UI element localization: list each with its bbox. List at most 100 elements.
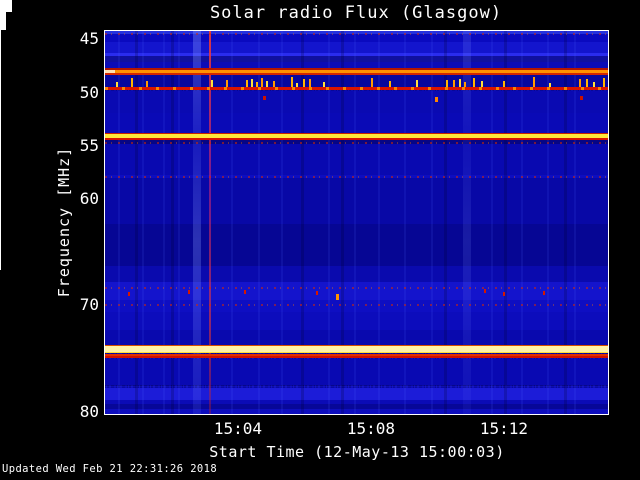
isolated-dot bbox=[262, 95, 266, 100]
solar-radio-spectrogram-figure: Solar radio Flux (Glasgow) Frequency [MH… bbox=[0, 0, 640, 480]
spectrogram-shade-band bbox=[105, 300, 608, 312]
rfi-burst-spike bbox=[309, 79, 312, 88]
red-speckle-row bbox=[105, 287, 608, 290]
updated-timestamp: Updated Wed Feb 21 22:31:26 2018 bbox=[2, 463, 218, 475]
rfi-burst-spike bbox=[464, 82, 467, 88]
x-minor-tick-bottom bbox=[0, 144, 1, 151]
rfi-burst-spike bbox=[481, 81, 483, 88]
x-minor-tick-top bbox=[0, 207, 1, 214]
sporadic-dot-69mhz bbox=[502, 291, 505, 296]
chart-title: Solar radio Flux (Glasgow) bbox=[209, 3, 503, 23]
spectrogram-shade-band bbox=[105, 388, 608, 401]
x-minor-tick-bottom bbox=[0, 214, 1, 221]
x-minor-tick-top bbox=[0, 179, 1, 186]
rfi-burst-spike bbox=[260, 78, 263, 88]
line-49-7-orange-flecks bbox=[105, 86, 608, 90]
x-tick-label: 15:04 bbox=[213, 419, 263, 438]
rfi-burst-spike bbox=[603, 78, 605, 88]
rfi-burst-spike bbox=[548, 83, 551, 88]
rfi-burst-spike bbox=[502, 81, 505, 88]
spectrogram-shade-band bbox=[105, 112, 608, 135]
rfi-burst-spike bbox=[370, 78, 373, 88]
rfi-burst-spike bbox=[586, 79, 589, 88]
rfi-burst-spike bbox=[453, 80, 456, 88]
sporadic-dot-69mhz bbox=[336, 293, 340, 300]
red-speckle-row bbox=[105, 32, 608, 35]
x-tick-label: 15:12 bbox=[479, 419, 529, 438]
y-tick-label: 60 bbox=[79, 189, 99, 209]
sporadic-dot-69mhz bbox=[243, 289, 246, 294]
spectrogram-shade-band bbox=[105, 143, 608, 175]
spectrogram-shade-band bbox=[105, 177, 608, 224]
rfi-burst-spike bbox=[295, 83, 298, 88]
spectrogram-shade-band bbox=[105, 311, 608, 330]
rfi-burst-spike bbox=[302, 79, 305, 88]
x-minor-tick-top bbox=[0, 109, 1, 116]
y-tick-label: 80 bbox=[79, 401, 99, 421]
rfi-burst-spike bbox=[272, 81, 275, 88]
x-major-tick-top bbox=[0, 42, 1, 54]
rfi-burst-spike bbox=[532, 77, 535, 88]
sporadic-dot-69mhz bbox=[316, 290, 319, 295]
rfi-burst-spike bbox=[388, 81, 391, 88]
x-minor-tick-top bbox=[0, 193, 1, 200]
x-major-tick-top bbox=[0, 66, 1, 78]
spectrogram-shade-band bbox=[105, 358, 608, 386]
sporadic-dot-69mhz bbox=[188, 289, 191, 294]
band-48-bright-left-segment bbox=[105, 69, 115, 73]
x-minor-tick-bottom bbox=[0, 102, 1, 109]
rfi-burst-spike bbox=[255, 82, 258, 88]
rfi-burst-spike bbox=[290, 77, 293, 88]
line-74-8-red bbox=[105, 355, 608, 359]
x-minor-tick-top bbox=[0, 137, 1, 144]
red-speckle-row bbox=[105, 175, 608, 178]
x-major-tick-bottom bbox=[0, 54, 1, 66]
rfi-burst-spike bbox=[226, 80, 228, 88]
x-axis-label: Start Time (12-May-13 15:00:03) bbox=[209, 443, 505, 461]
x-minor-tick-bottom bbox=[0, 200, 1, 207]
spectrogram-shade-band bbox=[105, 55, 608, 63]
x-minor-tick-bottom bbox=[0, 228, 1, 235]
rfi-burst-spike bbox=[473, 78, 476, 88]
rfi-burst-spike bbox=[593, 82, 596, 88]
spectrogram-shade-band bbox=[105, 90, 608, 113]
y-tick-label: 70 bbox=[79, 295, 99, 315]
spectrogram-shade-band bbox=[105, 282, 608, 301]
x-minor-tick-top bbox=[0, 263, 1, 270]
band-74-yellow-white bbox=[105, 351, 608, 353]
x-tick-label: 15:08 bbox=[346, 419, 396, 438]
isolated-dot bbox=[580, 95, 584, 100]
red-speckle-row bbox=[105, 303, 608, 306]
rfi-burst-spike bbox=[130, 78, 133, 88]
spectrogram-shade-band bbox=[105, 42, 608, 53]
x-major-tick-bottom bbox=[0, 78, 1, 90]
x-minor-tick-bottom bbox=[0, 242, 1, 249]
rfi-burst-spike bbox=[446, 80, 449, 88]
rfi-burst-spike bbox=[245, 80, 248, 88]
x-minor-tick-top bbox=[0, 151, 1, 158]
spectrogram-shade-band bbox=[105, 409, 608, 414]
y-tick-label: 45 bbox=[79, 29, 99, 49]
rfi-burst-spike bbox=[459, 79, 462, 88]
x-minor-tick-top bbox=[0, 235, 1, 242]
rfi-burst-spike bbox=[250, 79, 253, 88]
y-tick-label: 55 bbox=[79, 135, 99, 155]
sporadic-dot-69mhz bbox=[483, 288, 486, 293]
y-axis-label: Frequency [MHz] bbox=[55, 146, 73, 298]
rfi-burst-spike bbox=[323, 82, 326, 88]
x-minor-tick-top bbox=[0, 165, 1, 172]
x-minor-tick-bottom bbox=[0, 116, 1, 123]
rfi-burst-spike bbox=[211, 80, 214, 88]
plot-area bbox=[104, 30, 609, 415]
spectrogram-shade-band bbox=[105, 329, 608, 346]
band-48-orange bbox=[105, 73, 608, 76]
rfi-burst-spike bbox=[415, 80, 418, 88]
rfi-burst-spike bbox=[145, 81, 148, 88]
x-minor-tick-top bbox=[0, 221, 1, 228]
sporadic-dot-69mhz bbox=[127, 291, 130, 296]
x-minor-tick-bottom bbox=[0, 256, 1, 263]
rfi-burst-spike bbox=[265, 81, 268, 88]
x-major-tick-top bbox=[0, 90, 1, 102]
x-minor-tick-top bbox=[0, 123, 1, 130]
x-minor-tick-bottom bbox=[0, 158, 1, 165]
